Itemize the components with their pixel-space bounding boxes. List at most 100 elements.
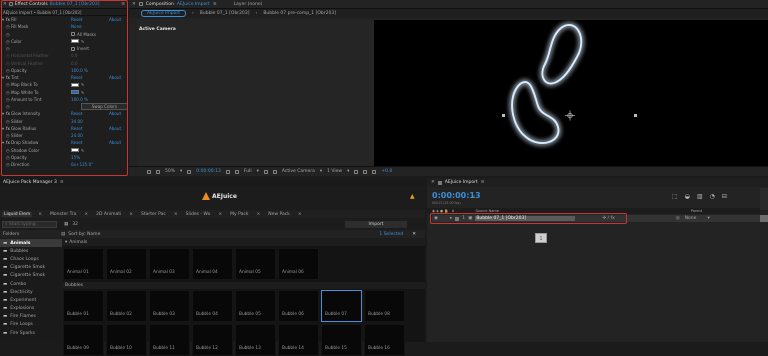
sort-label[interactable]: Sort by: Name bbox=[68, 232, 100, 237]
sort-icon[interactable]: ▤ bbox=[61, 232, 65, 237]
timeline-tab-name[interactable]: AEJuice Import bbox=[445, 180, 478, 185]
pack-tab[interactable]: Slides - Wo bbox=[184, 212, 213, 217]
asset-tile[interactable]: Bubble 06 bbox=[278, 290, 319, 322]
exposure-value[interactable]: +0.0 bbox=[381, 169, 392, 174]
asset-tile[interactable]: Bubble 08 bbox=[364, 290, 405, 322]
chevron-down-icon[interactable]: ▾ bbox=[320, 169, 322, 174]
pack-tab[interactable]: 2D Animati bbox=[94, 212, 123, 217]
close-icon[interactable]: ✕ bbox=[132, 2, 136, 7]
asset-tile[interactable]: Bubble 07 bbox=[321, 290, 362, 322]
render-icon[interactable] bbox=[354, 169, 359, 174]
asset-tile[interactable]: Bubble 02 bbox=[106, 290, 147, 322]
reset-exposure-icon[interactable] bbox=[372, 169, 377, 174]
folder-item[interactable]: ▬ Chaos Loops bbox=[0, 255, 62, 263]
close-icon[interactable]: ✕ bbox=[431, 180, 435, 185]
asset-tile[interactable]: Bubble 05 bbox=[235, 290, 276, 322]
region-icon[interactable] bbox=[263, 169, 268, 174]
folder-item[interactable]: ▬ Cigarette Smok bbox=[0, 264, 62, 272]
comp-crumb-active[interactable]: AEJuice Import bbox=[141, 10, 186, 17]
asset-tile[interactable]: Animal 02 bbox=[106, 248, 147, 280]
chevron-down-icon[interactable]: ▾ bbox=[180, 169, 182, 174]
close-tab-icon[interactable]: × bbox=[38, 212, 42, 217]
folder-item[interactable]: ▬ Experiment bbox=[0, 296, 62, 304]
layer-tab[interactable]: Layer (none) bbox=[234, 2, 263, 7]
resolution-value[interactable]: Full bbox=[244, 169, 252, 174]
close-tab-icon[interactable]: × bbox=[174, 212, 178, 217]
asset-tile[interactable]: Bubble 03 bbox=[149, 290, 190, 322]
shy-icon[interactable]: ◒ bbox=[685, 193, 690, 200]
view-layout-value[interactable]: 1 View bbox=[327, 169, 342, 174]
timeline-search[interactable]: ⌕ bbox=[473, 194, 476, 200]
asset-tile[interactable]: Bubble 01 bbox=[63, 290, 104, 322]
folder-item[interactable]: ▬ Explosions bbox=[0, 305, 62, 313]
asset-tile[interactable]: Animal 05 bbox=[235, 248, 276, 280]
menu-icon[interactable]: ≡ bbox=[60, 180, 64, 185]
draft-3d-icon[interactable]: ⬚ bbox=[672, 193, 678, 200]
pack-tab[interactable]: New Pack bbox=[266, 212, 292, 217]
chevron-down-icon[interactable]: ▾ bbox=[65, 240, 67, 245]
thumbnail-size-icon[interactable]: ▦ bbox=[64, 222, 68, 227]
folder-item[interactable]: ▬ Electricity bbox=[0, 288, 62, 296]
crop-icon[interactable] bbox=[187, 169, 192, 174]
parent-pickwhip-icon[interactable]: ◎ bbox=[676, 216, 680, 221]
chevron-down-icon[interactable]: ▾ bbox=[257, 169, 259, 174]
chevron-down-icon[interactable]: ▾ bbox=[347, 169, 349, 174]
thumbnail-size-value[interactable]: 32 bbox=[72, 222, 78, 227]
pack-tab[interactable]: My Pack bbox=[228, 212, 250, 217]
flowchart-icon[interactable] bbox=[363, 169, 368, 174]
current-time[interactable]: 0:00:00:13 bbox=[196, 169, 221, 174]
transparency-icon[interactable] bbox=[272, 169, 277, 174]
close-tab-icon[interactable]: × bbox=[298, 212, 302, 217]
asset-tile[interactable]: Bubble 12 bbox=[192, 324, 233, 356]
asset-tile[interactable]: Animal 03 bbox=[149, 248, 190, 280]
layer-duration-bar[interactable] bbox=[760, 215, 768, 222]
motion-blur-icon[interactable]: ◔ bbox=[710, 193, 715, 200]
search-input[interactable]: ⌕ Start typing bbox=[2, 221, 57, 228]
folder-item[interactable]: ▬ Combo bbox=[0, 280, 62, 288]
asset-tile[interactable]: Animal 06 bbox=[278, 248, 319, 280]
close-tab-icon[interactable]: × bbox=[129, 212, 133, 217]
asset-tile[interactable]: Bubble 09 bbox=[63, 324, 104, 356]
asset-tile[interactable]: Bubble 15 bbox=[321, 324, 362, 356]
grid-icon[interactable] bbox=[156, 169, 160, 174]
asset-tile[interactable]: Bubble 16 bbox=[364, 324, 405, 356]
comp-viewer[interactable]: Active Camera bbox=[137, 20, 768, 166]
asset-tile[interactable]: Bubble 14 bbox=[278, 324, 319, 356]
color-channel-icon[interactable] bbox=[234, 169, 239, 174]
menu-icon[interactable]: ≡ bbox=[481, 180, 485, 185]
asset-tile[interactable]: Animal 04 bbox=[192, 248, 233, 280]
folder-item[interactable]: ▬ Cigarette Smok bbox=[0, 272, 62, 280]
camera-icon[interactable] bbox=[147, 169, 151, 174]
lock-icon[interactable] bbox=[138, 2, 143, 6]
chevron-down-icon[interactable]: ▾ bbox=[707, 216, 709, 221]
comp-crumb[interactable]: Bubble 07 pre-comp_1 [Obr203] bbox=[263, 11, 336, 16]
comp-crumb[interactable]: Bubble 07_1 [Obr203] bbox=[200, 11, 250, 16]
pack-tab[interactable]: Monster Tra bbox=[48, 212, 78, 217]
asset-tile[interactable]: Animal 01 bbox=[63, 248, 104, 280]
asset-tile[interactable]: Bubble 10 bbox=[106, 324, 147, 356]
close-tab-icon[interactable]: × bbox=[256, 212, 260, 217]
pack-tab[interactable]: Liquid Elem bbox=[2, 211, 33, 217]
folder-item[interactable]: ▬ Fire Sparks bbox=[0, 329, 62, 337]
asset-tile[interactable]: Bubble 04 bbox=[192, 290, 233, 322]
folder-item[interactable]: ▬ Bubbles bbox=[0, 247, 62, 255]
close-tab-icon[interactable]: × bbox=[218, 212, 222, 217]
camera-view-value[interactable]: Active Camera bbox=[282, 169, 315, 174]
close-icon[interactable]: ✕ bbox=[412, 232, 416, 237]
folder-item[interactable]: ▬ Animals bbox=[0, 239, 62, 248]
pack-tab[interactable]: Starter Pac bbox=[139, 212, 168, 217]
menu-icon[interactable]: ≡ bbox=[213, 2, 217, 7]
folder-item[interactable]: ▬ Fire Flames bbox=[0, 313, 62, 321]
composition-tab-name[interactable]: AEJuice Import bbox=[177, 2, 210, 7]
asset-tile[interactable]: Bubble 11 bbox=[149, 324, 190, 356]
snapshot-icon[interactable] bbox=[225, 169, 230, 174]
zoom-value[interactable]: 50% bbox=[165, 169, 175, 174]
asset-tile[interactable]: Bubble 13 bbox=[235, 324, 276, 356]
import-button[interactable]: Import bbox=[345, 221, 407, 228]
warning-icon[interactable]: ▲ bbox=[410, 193, 415, 200]
parent-dropdown[interactable]: None bbox=[685, 216, 697, 221]
frame-blend-icon[interactable]: ▥ bbox=[697, 193, 703, 200]
close-tab-icon[interactable]: × bbox=[84, 212, 88, 217]
graph-editor-icon[interactable]: ⊟ bbox=[722, 193, 727, 200]
folder-item[interactable]: ▬ Fire Loops bbox=[0, 321, 62, 329]
